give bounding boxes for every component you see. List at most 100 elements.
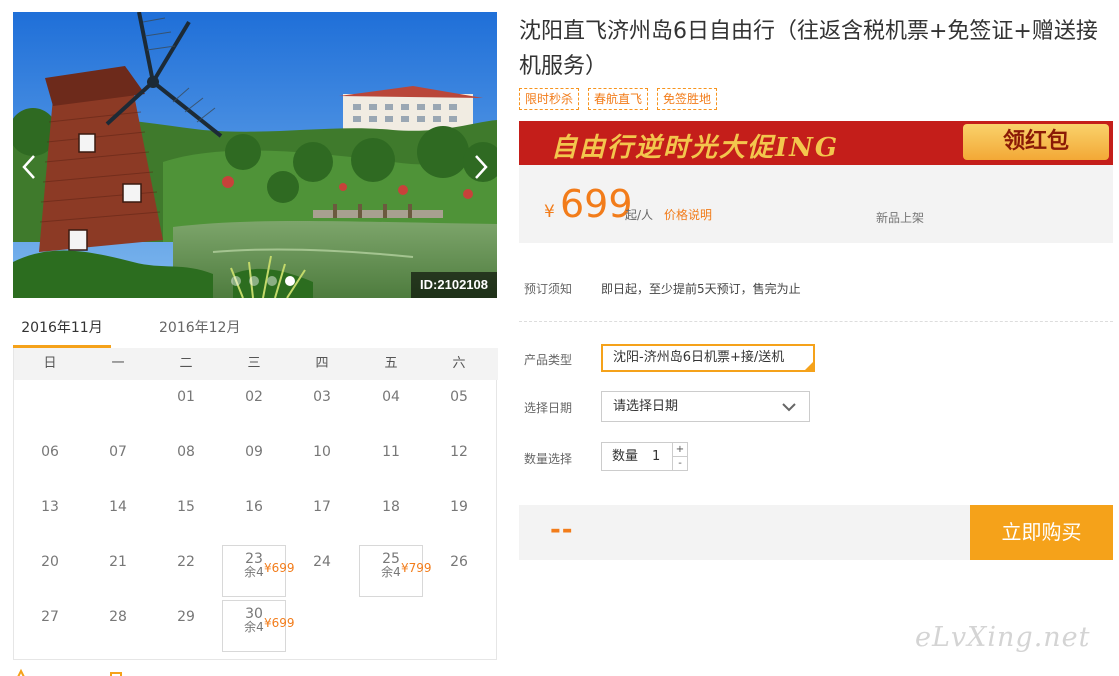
calendar-day-number: 02 bbox=[245, 389, 263, 405]
currency-symbol: ¥ bbox=[544, 202, 555, 222]
calendar-day-number: 16 bbox=[245, 499, 263, 515]
gallery-next-arrow[interactable] bbox=[471, 152, 491, 182]
calendar-day: 03 bbox=[290, 388, 354, 406]
calendar-day-number: 27 bbox=[41, 609, 59, 625]
chevron-left-icon bbox=[22, 155, 35, 179]
calendar-weekday-header: 日一二三四五六 bbox=[14, 348, 498, 380]
calendar-day-number: 08 bbox=[177, 444, 195, 460]
product-tags: 限时秒杀 春航直飞 免签胜地 bbox=[519, 88, 718, 110]
calendar-day: 21 bbox=[86, 553, 150, 571]
weekday-label: 日 bbox=[43, 356, 57, 371]
calendar-day: 08 bbox=[154, 443, 218, 461]
month-tabs: 2016年11月 2016年12月 bbox=[13, 312, 497, 348]
product-gallery: ID:2102108 bbox=[13, 12, 497, 298]
quantity-prefix: 数量 bbox=[612, 449, 639, 464]
product-type-option[interactable]: 沈阳-济州岛6日机票+接/送机 bbox=[601, 344, 815, 372]
calendar-day-number: 11 bbox=[382, 444, 400, 460]
chevron-down-icon bbox=[782, 403, 796, 412]
calendar-day-number: 04 bbox=[382, 389, 400, 405]
product-title: 沈阳直飞济州岛6日自由行（往返含税机票+免签证+赠送接机服务） bbox=[519, 19, 1098, 79]
quantity-input[interactable]: 1 bbox=[652, 443, 660, 470]
calendar-day: 09 bbox=[222, 443, 286, 461]
calendar-day: 29 bbox=[154, 608, 218, 626]
calendar-day: 16 bbox=[222, 498, 286, 516]
calendar-day-number: 14 bbox=[109, 499, 127, 515]
total-price-bar: -- bbox=[519, 505, 970, 560]
gallery-dots bbox=[231, 276, 295, 286]
price-value: 699 bbox=[560, 182, 633, 226]
calendar-day: 11 bbox=[359, 443, 423, 461]
departure-calendar: 日 一 二 三 四 五 六 01 02 03 04 05 06 07 08 09 10 11 12 13 14 15 16… bbox=[13, 348, 498, 660]
weekday-label: 三 bbox=[247, 356, 261, 371]
calendar-day-number: 22 bbox=[177, 554, 195, 570]
chevron-right-icon bbox=[475, 155, 488, 179]
gallery-dot[interactable] bbox=[231, 276, 241, 286]
weekday-label: 五 bbox=[384, 356, 398, 371]
calendar-day: 19 bbox=[427, 498, 491, 516]
weekday-label: 二 bbox=[179, 356, 193, 371]
promo-banner[interactable]: 自由行逆时光大促ING 领红包 bbox=[519, 121, 1113, 165]
promo-banner-text: 自由行逆时光大促ING bbox=[551, 133, 840, 163]
calendar-day: 18 bbox=[359, 498, 423, 516]
calendar-day: 13 bbox=[18, 498, 82, 516]
quantity-increase-button[interactable]: + bbox=[673, 443, 687, 457]
calendar-day-number: 03 bbox=[313, 389, 331, 405]
date-select[interactable]: 请选择日期 bbox=[601, 391, 810, 422]
select-date-label: 选择日期 bbox=[524, 401, 573, 415]
calendar-day[interactable]: 25 ¥799 余4 bbox=[359, 545, 432, 597]
gallery-dot[interactable] bbox=[249, 276, 259, 286]
calendar-day: 02 bbox=[222, 388, 286, 406]
weekday-label: 四 bbox=[315, 356, 329, 371]
calendar-day: 22 bbox=[154, 553, 218, 571]
quantity-stepper: 数量 1 + - bbox=[601, 442, 688, 471]
calendar-day: 26 bbox=[427, 553, 491, 571]
booking-notice-value: 即日起，至少提前5天预订，售完为止 bbox=[601, 282, 801, 296]
star-icon[interactable] bbox=[17, 668, 25, 676]
price-box: ¥ 699 起/人 价格说明 新品上架 bbox=[519, 165, 1113, 243]
calendar-day-number: 01 bbox=[177, 389, 195, 405]
red-packet-button[interactable]: 领红包 bbox=[963, 124, 1109, 160]
calendar-day-number: 21 bbox=[109, 554, 127, 570]
calendar-day-number: 24 bbox=[313, 554, 331, 570]
calendar-day: 06 bbox=[18, 443, 82, 461]
tab-month-december[interactable]: 2016年12月 bbox=[159, 312, 240, 348]
calendar-day-number: 06 bbox=[41, 444, 59, 460]
image-id-badge: ID:2102108 bbox=[411, 272, 497, 298]
buy-now-button[interactable]: 立即购买 bbox=[970, 505, 1113, 560]
calendar-day-number: 17 bbox=[313, 499, 331, 515]
calendar-day-number: 10 bbox=[313, 444, 331, 460]
weekday-label: 一 bbox=[111, 356, 125, 371]
quantity-label: 数量选择 bbox=[524, 452, 573, 466]
calendar-day-number: 19 bbox=[450, 499, 468, 515]
gallery-dot[interactable] bbox=[267, 276, 277, 286]
calendar-day: 04 bbox=[359, 388, 423, 406]
calendar-day-number: 26 bbox=[450, 554, 468, 570]
calendar-day-number: 15 bbox=[177, 499, 195, 515]
calendar-day: 20 bbox=[18, 553, 82, 571]
bottom-actions bbox=[13, 664, 153, 676]
calendar-day: 24 bbox=[290, 553, 354, 571]
quantity-decrease-button[interactable]: - bbox=[673, 457, 687, 470]
calendar-day[interactable]: 30 ¥699 余4 bbox=[222, 600, 295, 652]
gallery-dot[interactable] bbox=[285, 276, 295, 286]
calendar-day: 14 bbox=[86, 498, 150, 516]
calendar-day-number: 18 bbox=[382, 499, 400, 515]
section-divider bbox=[519, 321, 1113, 322]
calendar-day: 05 bbox=[427, 388, 491, 406]
selected-corner-icon bbox=[805, 362, 813, 370]
gallery-prev-arrow[interactable] bbox=[19, 152, 39, 182]
calendar-day: 07 bbox=[86, 443, 150, 461]
calendar-day-number: 13 bbox=[41, 499, 59, 515]
calendar-day-number: 12 bbox=[450, 444, 468, 460]
site-watermark: eLvXing.net bbox=[915, 622, 1091, 653]
calendar-day[interactable]: 23 ¥699 余4 bbox=[222, 545, 295, 597]
price-explanation-link[interactable]: 价格说明 bbox=[664, 206, 712, 223]
product-type-value: 沈阳-济州岛6日机票+接/送机 bbox=[613, 350, 785, 365]
calendar-day: 15 bbox=[154, 498, 218, 516]
new-product-label: 新品上架 bbox=[876, 211, 925, 225]
quantity-buttons: + - bbox=[672, 443, 687, 470]
tab-month-november[interactable]: 2016年11月 bbox=[13, 312, 111, 348]
booking-notice-label: 预订须知 bbox=[524, 282, 573, 296]
calendar-day: 27 bbox=[18, 608, 82, 626]
calendar-day-number: 20 bbox=[41, 554, 59, 570]
